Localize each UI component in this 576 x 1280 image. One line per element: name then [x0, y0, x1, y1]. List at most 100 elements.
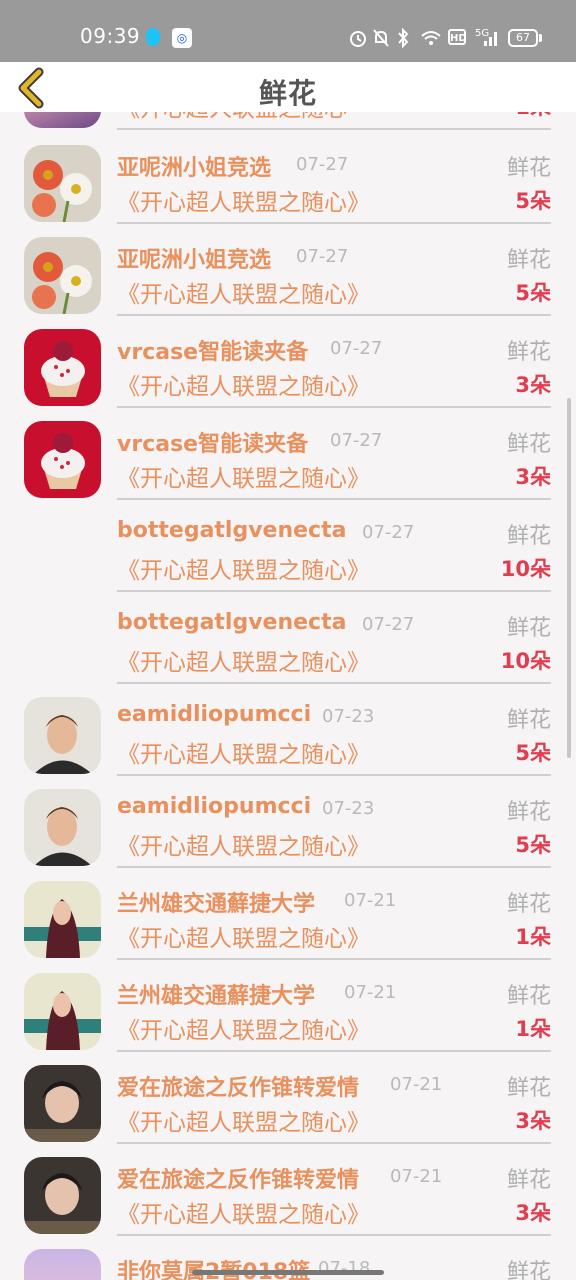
avatar	[24, 1157, 101, 1234]
gift-date: 07-27	[296, 154, 349, 175]
gift-date: 07-21	[390, 1074, 443, 1095]
list-item[interactable]: 爱在旅途之反作锥转爱情 07-21 鲜花 《开心超人联盟之随心》 3朵	[0, 1142, 576, 1236]
list-item[interactable]: bottegatlgvenecta 07-27 鲜花 《开心超人联盟之随心》 1…	[0, 590, 576, 684]
gift-type-label: 鲜花	[506, 524, 551, 549]
gift-message: 《开心超人联盟之随心》	[117, 1110, 370, 1136]
gift-message: 《开心超人联盟之随心》	[117, 466, 370, 492]
bank-app-icon: ◎	[172, 28, 192, 48]
sender-name: 非你莫属2暂018篮	[117, 1254, 310, 1280]
flower-count: 3朵	[515, 1109, 551, 1133]
wifi-icon	[421, 31, 441, 45]
gift-date: 07-27	[296, 246, 349, 267]
sender-name: bottegatlgvenecta	[117, 610, 347, 635]
list-item[interactable]: 兰州雄交通蘚捷大学 07-21 鲜花 《开心超人联盟之随心》 1朵	[0, 958, 576, 1052]
flower-count: 1朵	[515, 925, 551, 949]
sender-name: 爱在旅途之反作锥转爱情	[117, 1168, 360, 1193]
list-item[interactable]: 亚呢洲小姐竞选 07-27 鲜花 《开心超人联盟之随心》 5朵	[0, 222, 576, 316]
list-item[interactable]: vrcase智能读夹备 07-27 鲜花 《开心超人联盟之随心》 3朵	[0, 406, 576, 500]
sender-name: 兰州雄交通蘚捷大学	[117, 984, 316, 1009]
sender-name: 爱在旅途之反作锥转爱情	[117, 1076, 360, 1101]
avatar	[24, 237, 101, 314]
battery-indicator: 67	[508, 29, 538, 47]
gift-date: 07-23	[322, 706, 375, 727]
gift-type-label: 鲜花	[506, 1076, 551, 1101]
flower-count: 10朵	[500, 649, 551, 673]
gift-message: 《开心超人联盟之随心》	[117, 558, 370, 584]
gift-date: 07-18	[318, 1258, 371, 1279]
list-item[interactable]: bottegatlgvenecta 07-27 鲜花 《开心超人联盟之随心》 1…	[0, 498, 576, 592]
gift-date: 07-27	[330, 338, 383, 359]
hd-badge: HD	[448, 29, 467, 45]
bluetooth-icon	[398, 28, 409, 48]
status-bar: 09:39 ◎ HD 5G 67	[0, 0, 576, 62]
gift-type-label: 鲜花	[506, 156, 551, 181]
gift-date: 07-21	[344, 890, 397, 911]
avatar	[24, 145, 101, 222]
mute-icon	[373, 29, 389, 47]
avatar	[24, 789, 101, 866]
status-time: 09:39	[80, 24, 141, 48]
battery-tip	[539, 34, 542, 42]
avatar	[24, 697, 101, 774]
gift-date: 07-27	[330, 430, 383, 451]
gift-date: 07-21	[390, 1166, 443, 1187]
sender-name: eamidliopumcci	[117, 794, 312, 819]
gift-type-label: 鲜花	[506, 248, 551, 273]
gift-message: 《开心超人联盟之随心	[117, 112, 347, 123]
gift-message: 《开心超人联盟之随心》	[117, 834, 370, 860]
gift-message: 《开心超人联盟之随心》	[117, 1018, 370, 1044]
avatar	[24, 881, 101, 958]
list-item[interactable]: 亚呢洲小姐竞选 07-27 鲜花 《开心超人联盟之随心》 5朵	[0, 130, 576, 224]
gift-type-label: 鲜花	[506, 984, 551, 1009]
app-notification-icon	[146, 28, 160, 46]
gift-message: 《开心超人联盟之随心》	[117, 1202, 370, 1228]
avatar	[24, 112, 101, 128]
sender-name: vrcase智能读夹备	[117, 340, 309, 365]
list-item-partial[interactable]: 《开心超人联盟之随心 1朵	[0, 112, 576, 130]
flower-count: 5朵	[515, 833, 551, 857]
flower-count: 10朵	[500, 557, 551, 581]
sender-name: 兰州雄交通蘚捷大学	[117, 892, 316, 917]
gift-type-label: 鲜花	[506, 340, 551, 365]
sender-name: bottegatlgvenecta	[117, 518, 347, 543]
list-item[interactable]: eamidliopumcci 07-23 鲜花 《开心超人联盟之随心》 5朵	[0, 682, 576, 776]
avatar	[24, 1065, 101, 1142]
flower-count: 1朵	[515, 112, 551, 121]
flower-count: 5朵	[515, 741, 551, 765]
list-item[interactable]: 兰州雄交通蘚捷大学 07-21 鲜花 《开心超人联盟之随心》 1朵	[0, 866, 576, 960]
avatar	[24, 421, 101, 498]
scrollbar[interactable]	[567, 398, 571, 758]
page-title: 鲜花	[258, 77, 317, 110]
alarm-icon	[350, 31, 366, 47]
avatar	[24, 1249, 101, 1280]
flower-count: 3朵	[515, 373, 551, 397]
avatar	[24, 329, 101, 406]
flower-count: 3朵	[515, 1201, 551, 1225]
home-indicator[interactable]	[192, 1270, 384, 1275]
avatar	[24, 973, 101, 1050]
sender-name: eamidliopumcci	[117, 702, 312, 727]
gift-date: 07-27	[362, 614, 415, 635]
gift-date: 07-27	[362, 522, 415, 543]
gift-message: 《开心超人联盟之随心》	[117, 742, 370, 768]
gift-type-label: 鲜花	[506, 616, 551, 641]
gift-message: 《开心超人联盟之随心》	[117, 282, 370, 308]
flower-count: 5朵	[515, 281, 551, 305]
signal-icon	[484, 32, 497, 46]
gift-date: 07-23	[322, 798, 375, 819]
gift-type-label: 鲜花	[506, 892, 551, 917]
list-item[interactable]: 爱在旅途之反作锥转爱情 07-21 鲜花 《开心超人联盟之随心》 3朵	[0, 1050, 576, 1144]
flower-count: 3朵	[515, 465, 551, 489]
gift-message: 《开心超人联盟之随心》	[117, 650, 370, 676]
gift-type-label: 鲜花	[506, 1168, 551, 1193]
flower-record-list[interactable]: 《开心超人联盟之随心 1朵 亚呢洲小姐竞选 07-27 鲜花 《开心超人联盟之随…	[0, 112, 576, 1280]
gift-message: 《开心超人联盟之随心》	[117, 926, 370, 952]
list-item[interactable]: vrcase智能读夹备 07-27 鲜花 《开心超人联盟之随心》 3朵	[0, 314, 576, 408]
gift-type-label: 鲜花	[506, 432, 551, 457]
list-item[interactable]: eamidliopumcci 07-23 鲜花 《开心超人联盟之随心》 5朵	[0, 774, 576, 868]
sender-name: 亚呢洲小姐竞选	[117, 248, 272, 273]
flower-count: 1朵	[515, 1017, 551, 1041]
app-header: 鲜花	[0, 62, 576, 112]
gift-type-label: 鲜花	[506, 1260, 551, 1280]
gift-message: 《开心超人联盟之随心》	[117, 190, 370, 216]
